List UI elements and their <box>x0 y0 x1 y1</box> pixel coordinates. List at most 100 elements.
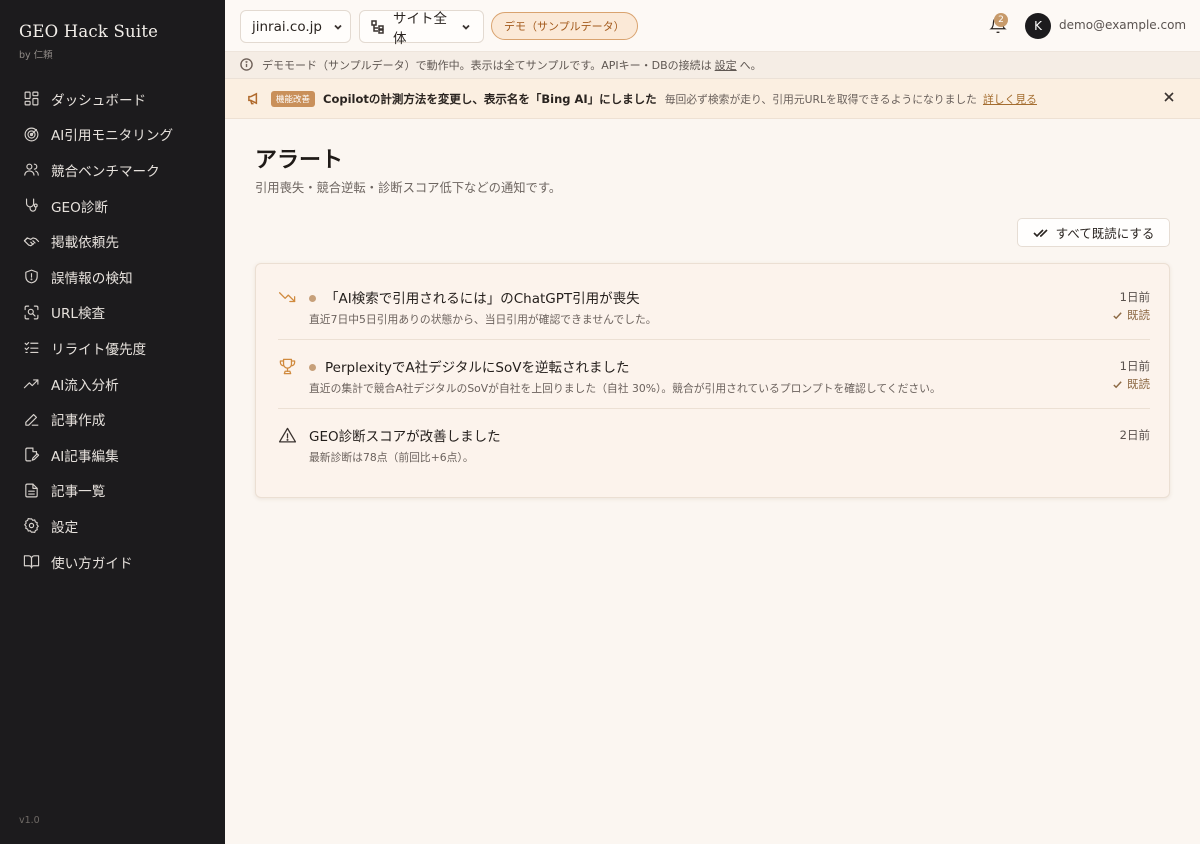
gear-icon <box>22 517 40 535</box>
file-edit-icon <box>22 446 40 464</box>
list-checks-icon <box>22 339 40 357</box>
sidebar-item-rewrite-priority[interactable]: リライト優先度 <box>0 330 225 366</box>
alert-item[interactable]: 「AI検索で引用されるには」のChatGPT引用が喪失 直近7日中5日引用ありの… <box>278 286 1150 336</box>
mark-read-label: 既読 <box>1127 377 1150 391</box>
sidebar-item-ai-traffic[interactable]: AI流入分析 <box>0 366 225 402</box>
megaphone-icon <box>247 91 263 107</box>
sidebar-item-outreach[interactable]: 掲載依頼先 <box>0 223 225 259</box>
mark-read-button[interactable]: 既読 <box>1112 307 1150 323</box>
brand-title: GEO Hack Suite <box>19 22 159 41</box>
trending-up-icon <box>22 375 40 393</box>
user-email: demo@example.com <box>1059 18 1187 32</box>
radar-icon <box>22 125 40 143</box>
sidebar-item-label: 記事一覧 <box>51 484 106 501</box>
alert-title: 「AI検索で引用されるには」のChatGPT引用が喪失 <box>325 291 640 307</box>
sidebar-item-geo-diagnosis[interactable]: GEO診断 <box>0 188 225 224</box>
page-subtitle: 引用喪失・競合逆転・診断スコア低下などの通知です。 <box>255 181 562 195</box>
chevron-down-icon <box>332 21 344 33</box>
domain-select[interactable]: jinrai.co.jp <box>240 10 351 43</box>
page-title: アラート <box>255 148 344 173</box>
sidebar-nav: ダッシュボード AI引用モニタリング 競合ベンチマーク GEO診断 掲載依頼先 … <box>0 81 225 579</box>
sidebar-item-url-check[interactable]: URL検査 <box>0 295 225 331</box>
check-icon <box>1113 311 1122 319</box>
scan-search-icon <box>22 303 40 321</box>
stethoscope-icon <box>22 197 40 215</box>
dashboard-icon <box>22 90 40 108</box>
sidebar-item-guide[interactable]: 使い方ガイド <box>0 544 225 580</box>
domain-select-value: jinrai.co.jp <box>252 18 322 35</box>
chevron-down-icon <box>460 21 472 33</box>
announcement-bar: 機能改善 Copilotの計測方法を変更し、表示名を「Bing AI」にしました… <box>225 79 1200 119</box>
sidebar-item-benchmark[interactable]: 競合ベンチマーク <box>0 152 225 188</box>
sidebar-item-label: GEO診断 <box>51 199 109 216</box>
alert-time: 2日前 <box>1119 428 1150 442</box>
notification-count-badge: 2 <box>994 13 1008 27</box>
close-icon[interactable] <box>1163 91 1177 105</box>
sidebar-item-label: 競合ベンチマーク <box>51 163 160 180</box>
sidebar-item-ai-citation[interactable]: AI引用モニタリング <box>0 117 225 153</box>
alert-description: 最新診断は78点（前回比+6点）。 <box>309 451 474 464</box>
info-text: デモモード（サンプルデータ）で動作中。表示は全てサンプルです。APIキー・DBの… <box>262 59 712 72</box>
sidebar-item-label: AI流入分析 <box>51 377 119 394</box>
version-label: v1.0 <box>19 815 40 826</box>
info-text-end: へ。 <box>739 59 762 72</box>
mark-read-button[interactable]: 既読 <box>1112 376 1150 392</box>
alert-title: GEO診断スコアが改善しました <box>309 429 501 445</box>
sidebar-item-label: 誤情報の検知 <box>51 270 133 287</box>
unread-dot <box>309 364 316 371</box>
alert-title: PerplexityでA社デジタルにSoVを逆転されました <box>325 360 630 376</box>
sidebar-item-create-article[interactable]: 記事作成 <box>0 401 225 437</box>
alert-description: 直近7日中5日引用ありの状態から、当日引用が確認できませんでした。 <box>309 313 657 326</box>
alert-triangle-icon <box>278 426 298 446</box>
top-header: jinrai.co.jp サイト全体 デモ（サンプルデータ） 2 K demo@… <box>225 0 1200 52</box>
handshake-icon <box>22 232 40 250</box>
pencil-icon <box>22 410 40 428</box>
sitemap-icon <box>371 19 385 34</box>
sidebar-item-label: AI記事編集 <box>51 448 119 465</box>
shield-icon <box>22 268 40 286</box>
sidebar-item-dashboard[interactable]: ダッシュボード <box>0 81 225 117</box>
avatar[interactable]: K <box>1025 13 1051 39</box>
brand-subtitle: by 仁頼 <box>19 50 53 61</box>
sidebar-item-label: リライト優先度 <box>51 341 147 358</box>
alert-list: 「AI検索で引用されるには」のChatGPT引用が喪失 直近7日中5日引用ありの… <box>255 263 1170 498</box>
alert-time: 1日前 <box>1119 290 1150 304</box>
sidebar-item-label: AI引用モニタリング <box>51 128 174 145</box>
announcement-tag: 機能改善 <box>271 90 316 107</box>
sidebar-item-settings[interactable]: 設定 <box>0 508 225 544</box>
sidebar-item-label: 設定 <box>51 519 79 536</box>
alert-time: 1日前 <box>1119 359 1150 373</box>
check-check-icon <box>1033 226 1049 240</box>
alert-item[interactable]: PerplexityでA社デジタルにSoVを逆転されました 直近の集計で競合A社… <box>278 355 1150 405</box>
file-text-icon <box>22 481 40 499</box>
alert-description: 直近の集計で競合A社デジタルのSoVが自社を上回りました（自社 30%）。競合が… <box>309 382 941 395</box>
check-icon <box>1113 380 1122 388</box>
alert-item[interactable]: GEO診断スコアが改善しました 最新診断は78点（前回比+6点）。 2日前 <box>278 424 1150 474</box>
demo-mode-badge: デモ（サンプルデータ） <box>491 12 638 40</box>
divider <box>278 408 1150 409</box>
sidebar-item-article-list[interactable]: 記事一覧 <box>0 473 225 509</box>
announcement-title: Copilotの計測方法を変更し、表示名を「Bing AI」にしました <box>323 91 657 106</box>
sidebar-item-label: URL検査 <box>51 306 106 323</box>
sidebar-item-misinfo[interactable]: 誤情報の検知 <box>0 259 225 295</box>
announcement-body: 毎回必ず検索が走り、引用元URLを取得できるようになりました <box>664 92 977 106</box>
mark-read-label: 既読 <box>1127 308 1150 322</box>
info-icon <box>240 58 254 72</box>
sidebar-item-label: 掲載依頼先 <box>51 235 119 252</box>
trophy-icon <box>278 357 298 377</box>
sidebar-item-label: ダッシュボード <box>51 92 147 109</box>
sidebar-item-label: 記事作成 <box>51 413 106 430</box>
brand: GEO Hack Suite by 仁頼 <box>19 22 158 61</box>
announcement-details-link[interactable]: 詳しく見る <box>983 91 1037 107</box>
unread-dot <box>309 295 316 302</box>
scope-select[interactable]: サイト全体 <box>359 10 484 47</box>
book-icon <box>22 553 40 571</box>
settings-link[interactable]: 設定 <box>715 57 737 73</box>
trending-down-icon <box>278 288 298 308</box>
mark-all-read-label: すべて既読にする <box>1055 226 1155 241</box>
users-icon <box>22 161 40 179</box>
mark-all-read-button[interactable]: すべて既読にする <box>1017 218 1170 247</box>
sidebar-item-ai-edit[interactable]: AI記事編集 <box>0 437 225 473</box>
divider <box>278 339 1150 340</box>
demo-info-bar: デモモード（サンプルデータ）で動作中。表示は全てサンプルです。APIキー・DBの… <box>225 52 1200 79</box>
